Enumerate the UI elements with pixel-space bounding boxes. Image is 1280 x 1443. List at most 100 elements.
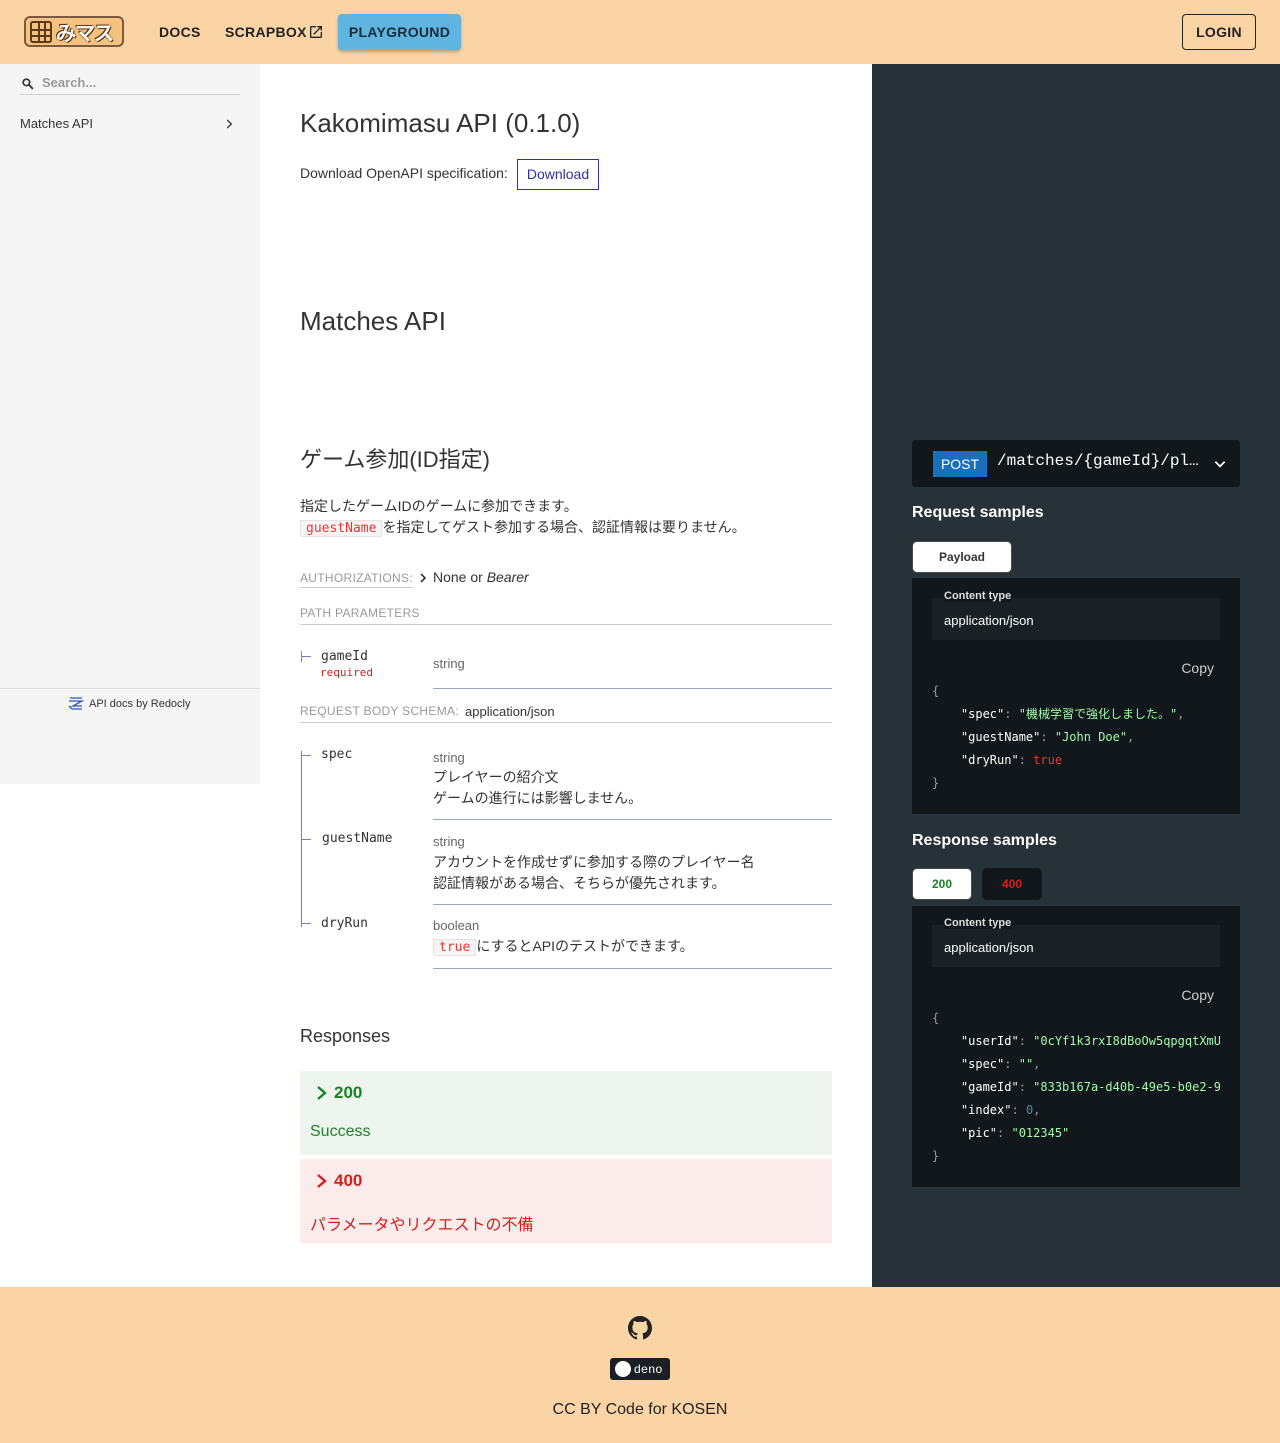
content-type-box: Content type application/json <box>932 917 1220 967</box>
response-sample-box: Content type application/json Copy { "us… <box>912 906 1240 1187</box>
response-description: パラメータやリクエストの不備 <box>310 1217 534 1234</box>
playground-button[interactable]: PLAYGROUND <box>338 14 461 50</box>
request-samples-title: Request samples <box>912 504 1044 521</box>
request-body-content-type[interactable]: application/json <box>465 704 555 719</box>
divider <box>300 722 832 723</box>
samples-panel: POST /matches/{gameId}/players Request s… <box>872 64 1280 1287</box>
chevron-right-icon <box>317 1174 327 1188</box>
endpoint-path: /matches/{gameId}/players <box>997 452 1207 470</box>
nav-docs-link[interactable]: DOCS <box>159 0 201 64</box>
tab-response-200[interactable]: 200 <box>912 868 972 900</box>
authorizations-value[interactable]: None or Bearer <box>433 569 529 585</box>
param-type: string <box>433 656 465 671</box>
param-type: string <box>433 834 465 849</box>
redocly-credit-text: API docs by Redocly <box>89 698 191 710</box>
external-link-icon[interactable] <box>308 24 324 40</box>
sidebar: Matches API API docs by Redocly <box>0 64 260 784</box>
divider <box>433 819 832 820</box>
path-params-label: PATH PARAMETERS <box>300 606 420 620</box>
search-input[interactable] <box>40 70 240 94</box>
responses-title: Responses <box>300 1026 391 1046</box>
endpoint-selector[interactable]: POST /matches/{gameId}/players <box>912 440 1240 487</box>
chevron-right-icon <box>226 119 233 129</box>
request-body-schema-label: REQUEST BODY SCHEMA: <box>300 704 459 718</box>
copy-button[interactable]: Copy <box>1181 987 1214 1003</box>
copy-button[interactable]: Copy <box>1181 660 1214 676</box>
tree-branch <box>301 755 311 756</box>
deno-badge[interactable]: deno <box>610 1358 670 1380</box>
tab-payload[interactable]: Payload <box>912 541 1012 573</box>
param-name-spec: spec <box>321 747 353 762</box>
deno-logo-icon <box>615 1361 631 1377</box>
inline-code: true <box>433 939 477 956</box>
tree-branch <box>301 923 311 924</box>
search-icon <box>22 78 34 90</box>
param-desc-line: にするとAPIのテストができます。 <box>476 938 694 954</box>
response-200-panel[interactable]: 200 Success <box>300 1071 832 1155</box>
site-logo[interactable]: みマス <box>24 16 124 47</box>
response-json-sample[interactable]: { "userId": "0cYf1k3rxI8dBoOw5qpgqtXmUr … <box>932 1007 1220 1168</box>
content-type-value[interactable]: application/json <box>944 613 1034 628</box>
footer-credit: CC BY Code for KOSEN <box>552 1401 728 1418</box>
logo-text: みマス <box>56 23 114 45</box>
response-code: 400 <box>334 1171 363 1190</box>
sidebar-item-label: Matches API <box>20 116 93 131</box>
tab-response-400[interactable]: 400 <box>982 868 1042 900</box>
param-name-gameid: gameId <box>321 649 368 664</box>
content-type-label: Content type <box>944 590 1012 602</box>
response-description: Success <box>310 1123 371 1140</box>
tree-branch <box>301 839 311 840</box>
nav-scrapbox-link[interactable]: SCRAPBOX <box>225 0 307 64</box>
auth-value-prefix: None or <box>433 569 487 585</box>
response-400-panel[interactable]: 400 パラメータやリクエストの不備 <box>300 1159 832 1243</box>
top-app-bar: みマス DOCS SCRAPBOX PLAYGROUND LOGIN <box>0 0 1280 64</box>
param-desc-line: 認証情報がある場合、そちらが優先されます。 <box>433 875 726 891</box>
download-spec-label: Download OpenAPI specification: <box>300 165 508 181</box>
footer: deno CC BY Code for KOSEN <box>0 1287 1280 1443</box>
divider <box>433 688 832 689</box>
sidebar-item-matches-api[interactable]: Matches API <box>20 114 240 134</box>
chevron-down-icon <box>1214 461 1226 468</box>
operation-description: 指定したゲームIDのゲームに参加できます。 guestName を指定してゲスト参… <box>300 496 746 539</box>
redocly-credit-link[interactable]: API docs by Redocly <box>68 696 191 712</box>
tree-branch <box>301 656 311 657</box>
operation-title: ゲーム参加(ID指定) <box>300 447 490 472</box>
content-type-value[interactable]: application/json <box>944 940 1034 955</box>
divider <box>433 904 832 905</box>
param-type: boolean <box>433 918 480 933</box>
login-button[interactable]: LOGIN <box>1182 14 1256 50</box>
response-code: 200 <box>334 1083 363 1102</box>
param-description: プレイヤーの紹介文 ゲームの進行には影響しません。 <box>433 767 642 809</box>
param-name-guestname: guestName <box>322 831 393 846</box>
required-badge: required <box>320 666 373 679</box>
param-type: string <box>433 750 465 765</box>
request-json-sample[interactable]: { "spec": "機械学習で強化しました。", "guestName": "… <box>932 680 1220 795</box>
param-name-dryrun: dryRun <box>321 916 368 931</box>
http-method-badge: POST <box>933 451 987 477</box>
search-underline <box>20 94 240 95</box>
param-description: アカウントを作成せずに参加する際のプレイヤー名 認証情報がある場合、そちらが優先… <box>433 852 755 894</box>
operation-desc-line1: 指定したゲームIDのゲームに参加できます。 <box>300 498 578 514</box>
auth-bearer: Bearer <box>486 569 529 585</box>
request-sample-box: Content type application/json Copy { "sp… <box>912 578 1240 814</box>
param-desc-line: プレイヤーの紹介文 <box>433 769 559 785</box>
param-desc-line: ゲームの進行には影響しません。 <box>433 790 643 806</box>
response-samples-title: Response samples <box>912 832 1057 849</box>
github-icon[interactable] <box>628 1316 652 1340</box>
download-spec-button[interactable]: Download <box>517 159 599 190</box>
deno-badge-text: deno <box>634 1362 663 1376</box>
content-type-box: Content type application/json <box>932 590 1220 640</box>
redocly-icon <box>68 697 84 710</box>
divider <box>433 968 832 969</box>
content-type-label: Content type <box>944 917 1012 929</box>
authorizations-label: AUTHORIZATIONS: <box>300 571 413 588</box>
inline-code: guestName <box>300 520 383 537</box>
sidebar-divider <box>0 688 260 689</box>
param-desc-line: アカウントを作成せずに参加する際のプレイヤー名 <box>433 854 755 870</box>
param-description: true にするとAPIのテストができます。 <box>433 936 694 958</box>
api-title: Kakomimasu API (0.1.0) <box>300 108 581 138</box>
grid-logo-icon <box>30 20 52 43</box>
divider <box>300 624 832 625</box>
section-title: Matches API <box>300 306 446 336</box>
chevron-right-icon[interactable] <box>417 572 429 584</box>
